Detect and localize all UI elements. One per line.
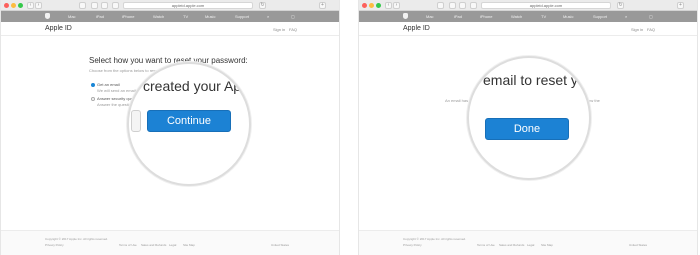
footer-link-legal[interactable]: Legal [169,243,176,247]
apple-id-header: Apple ID Sign in FAQ [359,22,697,36]
sidebar-icon[interactable] [437,2,444,9]
page-footer: Copyright © 2017 Apple Inc. All rights r… [359,230,697,255]
browser-toolbar: ‹ › appleid.apple.com ↻ + [359,0,697,11]
zoom-window-button[interactable] [18,3,23,8]
page-title: Apple ID [45,25,72,32]
footer-link-sitemap[interactable]: Site Map [183,243,195,247]
faq-link[interactable]: FAQ [289,27,297,32]
close-window-button[interactable] [4,3,9,8]
nav-item-watch[interactable]: Watch [511,11,522,22]
apple-global-nav: Mac iPad iPhone Watch TV Music Support ⌕… [1,11,339,22]
zoom-window-button[interactable] [376,3,381,8]
close-window-button[interactable] [362,3,367,8]
back-button-partial[interactable] [131,110,141,132]
magnified-email-text: created your Apple ID [143,78,249,94]
sign-in-link[interactable]: Sign in [631,27,643,32]
done-button[interactable]: Done [485,118,569,140]
nav-item-support[interactable]: Support [593,11,607,22]
footer-link-privacy[interactable]: Privacy Policy [45,243,64,247]
sign-in-link[interactable]: Sign in [273,27,285,32]
browser-window-right: ‹ › appleid.apple.com ↻ + Mac iPad iPhon… [358,0,698,255]
magnified-email-text: email to reset y [483,72,578,88]
reset-method-heading: Select how you want to reset your passwo… [89,56,248,65]
nav-item-music[interactable]: Music [563,11,573,22]
nav-item-music[interactable]: Music [205,11,215,22]
magnifier-continue: created your Apple ID Continue [127,62,251,186]
back-icon[interactable]: ‹ [385,2,392,9]
footer-link-sitemap[interactable]: Site Map [541,243,553,247]
shield-icon[interactable] [459,2,466,9]
page-title: Apple ID [403,25,430,32]
sidebar-icon[interactable] [79,2,86,9]
faq-link[interactable]: FAQ [647,27,655,32]
address-bar[interactable]: appleid.apple.com [481,2,611,9]
footer-link-sales[interactable]: Sales and Refunds [141,243,166,247]
footer-link-terms[interactable]: Terms of Use [477,243,495,247]
magnifier-done: email to reset y Done [467,56,591,180]
new-tab-icon[interactable]: + [677,2,684,9]
footer-region[interactable]: United States [629,243,647,247]
nav-item-tv[interactable]: TV [541,11,546,22]
browser-toolbar: ‹ › appleid.apple.com ↻ + [1,0,339,11]
footer-link-terms[interactable]: Terms of Use [119,243,137,247]
footer-copyright: Copyright © 2017 Apple Inc. All rights r… [45,237,108,241]
footer-copyright: Copyright © 2017 Apple Inc. All rights r… [403,237,466,241]
footer-link-legal[interactable]: Legal [527,243,534,247]
nav-item-iphone[interactable]: iPhone [122,11,134,22]
footer-link-sales[interactable]: Sales and Refunds [499,243,524,247]
page-footer: Copyright © 2017 Apple Inc. All rights r… [1,230,339,255]
address-bar[interactable]: appleid.apple.com [123,2,253,9]
bag-icon[interactable]: ▢ [649,11,653,22]
share-icon[interactable] [449,2,456,9]
search-icon[interactable]: ⌕ [625,11,627,22]
share-icon[interactable] [91,2,98,9]
apple-global-nav: Mac iPad iPhone Watch TV Music Support ⌕… [359,11,697,22]
radio-get-email[interactable] [91,83,95,87]
reader-icon[interactable] [470,2,477,9]
bag-icon[interactable]: ▢ [291,11,295,22]
browser-window-left: ‹ › appleid.apple.com ↻ + Mac iPad iPhon… [0,0,340,255]
apple-logo-icon[interactable] [403,13,408,19]
nav-item-ipad[interactable]: iPad [454,11,462,22]
reload-icon[interactable]: ↻ [259,2,266,9]
nav-item-support[interactable]: Support [235,11,249,22]
nav-item-watch[interactable]: Watch [153,11,164,22]
nav-item-iphone[interactable]: iPhone [480,11,492,22]
apple-logo-icon[interactable] [45,13,50,19]
shield-icon[interactable] [101,2,108,9]
forward-icon[interactable]: › [393,2,400,9]
apple-id-header: Apple ID Sign in FAQ [1,22,339,36]
minimize-window-button[interactable] [369,3,374,8]
nav-item-ipad[interactable]: iPad [96,11,104,22]
continue-button[interactable]: Continue [147,110,231,132]
back-icon[interactable]: ‹ [27,2,34,9]
nav-item-tv[interactable]: TV [183,11,188,22]
reader-icon[interactable] [112,2,119,9]
reload-icon[interactable]: ↻ [617,2,624,9]
radio-security-questions[interactable] [91,97,95,101]
search-icon[interactable]: ⌕ [267,11,269,22]
new-tab-icon[interactable]: + [319,2,326,9]
forward-icon[interactable]: › [35,2,42,9]
nav-item-mac[interactable]: Mac [68,11,76,22]
footer-region[interactable]: United States [271,243,289,247]
nav-item-mac[interactable]: Mac [426,11,434,22]
option-email-label: Get an email [97,82,120,87]
footer-link-privacy[interactable]: Privacy Policy [403,243,422,247]
screenshot-stage: ‹ › appleid.apple.com ↻ + Mac iPad iPhon… [0,0,700,255]
minimize-window-button[interactable] [11,3,16,8]
